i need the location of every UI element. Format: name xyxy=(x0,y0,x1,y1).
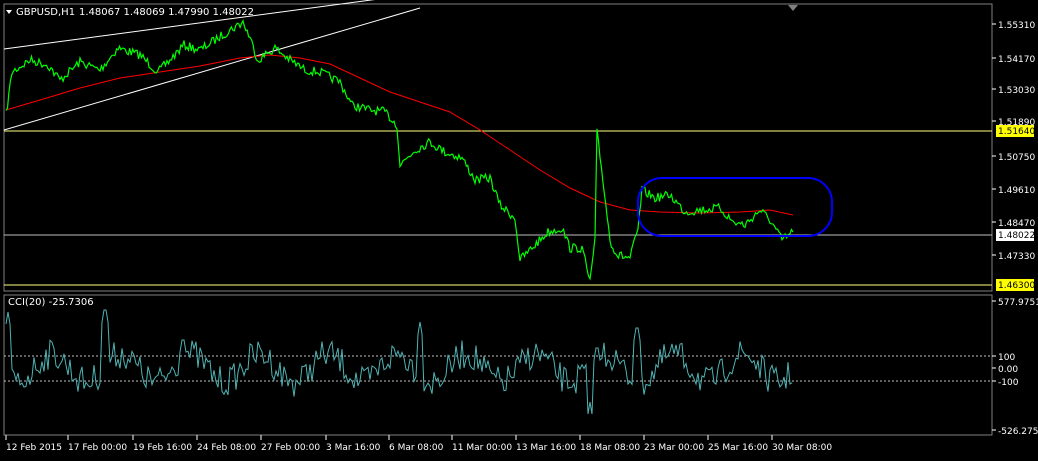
svg-text:1.48022: 1.48022 xyxy=(998,231,1035,241)
time-tick-label: 23 Mar 00:00 xyxy=(644,443,704,453)
price-tick-label: 1.53030 xyxy=(998,86,1035,96)
price-tick-label: 1.47330 xyxy=(998,252,1035,262)
chart-canvas[interactable]: 1.553101.541701.530301.518901.507501.496… xyxy=(0,0,1038,457)
price-tick-label: 1.55310 xyxy=(998,21,1035,31)
chart-background xyxy=(0,0,1038,457)
time-tick-label: 13 Mar 16:00 xyxy=(516,443,576,453)
symbol-label: GBPUSD,H1 xyxy=(16,7,75,18)
chart-window[interactable]: 1.55310 1.54170 1.53030 1.51890 1.50750 1.496… xyxy=(0,0,1038,457)
price-tick-label: 1.48470 xyxy=(998,219,1035,229)
time-tick-label: 11 Mar 00:00 xyxy=(452,443,512,453)
time-tick-label: 19 Feb 16:00 xyxy=(133,443,192,453)
cci-tick-label: 0.00 xyxy=(998,365,1018,375)
time-tick-label: 6 Mar 08:00 xyxy=(389,443,444,453)
price-tick-label: 1.49610 xyxy=(998,186,1035,196)
time-tick-label: 17 Feb 00:00 xyxy=(68,443,127,453)
time-tick-label: 27 Feb 00:00 xyxy=(261,443,320,453)
cci-label: CCI(20) -25.7306 xyxy=(8,297,94,308)
price-tick-label: 1.50750 xyxy=(998,153,1035,163)
time-tick-label: 18 Mar 08:00 xyxy=(580,443,640,453)
time-tick-label: 30 Mar 08:00 xyxy=(772,443,832,453)
time-tick-label: 12 Feb 2015 xyxy=(6,443,62,453)
svg-text:1.51640: 1.51640 xyxy=(998,127,1035,137)
ohlc-label: 1.48067 1.48069 1.47990 1.48022 xyxy=(79,7,254,18)
cci-tick-label: -100 xyxy=(998,378,1019,388)
cci-tick-label: 577.9751 xyxy=(998,298,1038,308)
time-tick-label: 24 Feb 08:00 xyxy=(197,443,256,453)
price-tick-label: 1.54170 xyxy=(998,55,1035,65)
level-label-support: 1.46300 xyxy=(996,279,1035,291)
time-tick-label: 3 Mar 16:00 xyxy=(326,443,381,453)
cci-tick-label: 100 xyxy=(998,353,1015,363)
level-label-bid: 1.48022 xyxy=(996,229,1035,241)
svg-text:1.46300: 1.46300 xyxy=(998,281,1035,291)
level-label-resistance: 1.51640 xyxy=(996,125,1035,137)
time-tick-label: 25 Mar 16:00 xyxy=(708,443,768,453)
cci-tick-label: -526.2753 xyxy=(998,427,1038,437)
